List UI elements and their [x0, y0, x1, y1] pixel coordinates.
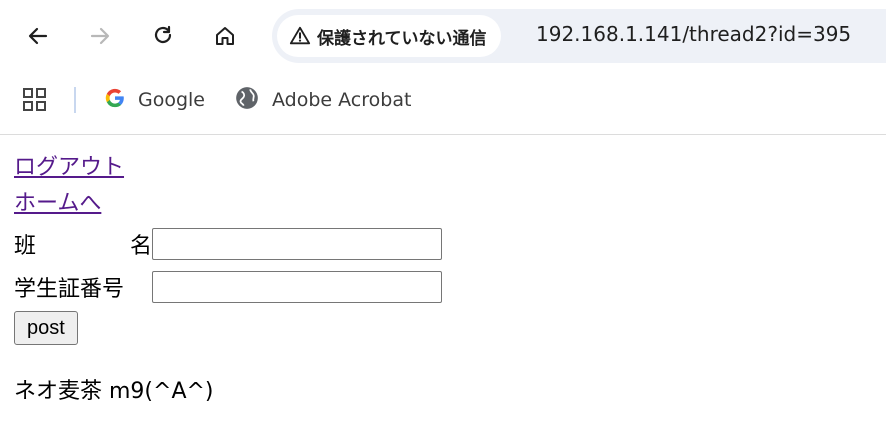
home-link[interactable]: ホームへ — [14, 186, 874, 222]
home-button[interactable] — [207, 18, 243, 54]
bookmark-label: Google — [138, 89, 206, 111]
warning-icon — [289, 25, 311, 47]
bookmark-google[interactable]: Google — [104, 86, 205, 114]
group-name-label-part1: 班 — [14, 233, 37, 259]
reload-button[interactable] — [145, 18, 181, 54]
browser-toolbar: 保護されていない通信 192.168.1.141/thread2?id=395 — [0, 0, 886, 72]
forward-arrow-icon — [90, 27, 110, 45]
post-button[interactable]: post — [14, 311, 78, 345]
student-id-input[interactable] — [152, 270, 442, 303]
logout-link[interactable]: ログアウト — [14, 150, 874, 186]
forward-button[interactable] — [82, 18, 118, 54]
security-chip-label: 保護されていない通信 — [317, 28, 487, 49]
back-button[interactable] — [20, 18, 56, 54]
google-icon — [104, 87, 126, 113]
back-arrow-icon — [28, 27, 48, 45]
group-name-label: 班 名 — [14, 228, 152, 260]
address-bar[interactable]: 保護されていない通信 192.168.1.141/thread2?id=395 — [272, 9, 886, 63]
apps-grid-icon[interactable] — [22, 87, 48, 117]
student-id-label: 学生証番号 — [14, 276, 125, 302]
group-name-row: 班 名 — [14, 222, 874, 265]
url-text[interactable]: 192.168.1.141/thread2?id=395 — [536, 22, 851, 46]
bookmarks-separator — [74, 87, 76, 113]
group-name-label-part2: 名 — [129, 233, 152, 259]
bookmark-label: Adobe Acrobat — [272, 89, 412, 111]
home-icon — [216, 27, 234, 45]
thread-message: ネオ麦茶 m9(^A^) — [14, 379, 214, 404]
reload-icon — [154, 25, 172, 44]
bookmark-adobe-acrobat[interactable]: Adobe Acrobat — [234, 86, 411, 114]
group-name-input[interactable] — [152, 227, 442, 260]
page-content: ログアウト ホームへ 班 名 学生証番号 post ネオ麦茶 m9(^A^) — [14, 150, 874, 405]
security-chip[interactable]: 保護されていない通信 — [277, 15, 501, 57]
globe-icon — [234, 85, 260, 115]
student-id-row: 学生証番号 — [14, 265, 874, 308]
